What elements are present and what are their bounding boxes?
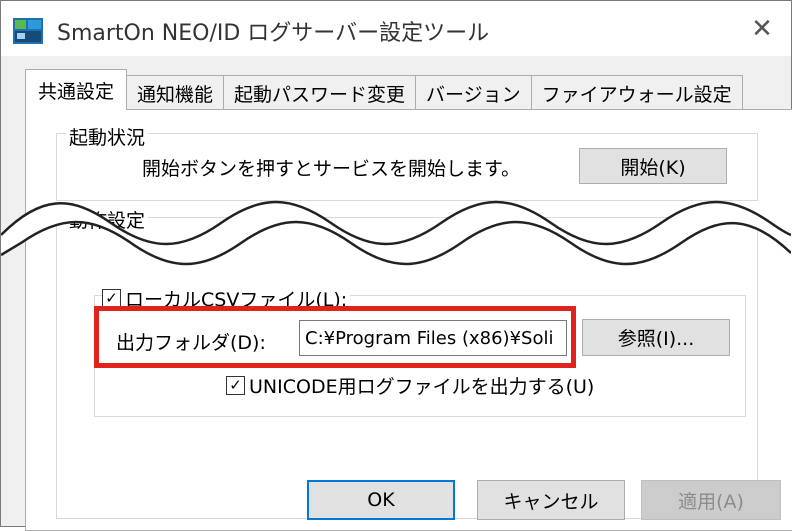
close-icon[interactable]: ✕ (733, 1, 791, 56)
output-folder-highlight (94, 306, 576, 368)
apply-button[interactable]: 適用(A) (641, 480, 781, 520)
cut-separator (1, 200, 791, 266)
cancel-button[interactable]: キャンセル (477, 480, 625, 520)
tab-common-settings[interactable]: 共通設定 (25, 69, 128, 110)
settings-window: SmartOn NEO/ID ログサーバー設定ツール ✕ 共通設定 通知機能 起… (0, 0, 792, 531)
unicode-label: UNICODE用ログファイルを出力する(U) (249, 376, 595, 398)
dialog-client-area: 共通設定 通知機能 起動パスワード変更 バージョン ファイアウォール設定 起動状… (1, 56, 792, 531)
unicode-checkbox-row[interactable]: ✓ UNICODE用ログファイルを出力する(U) (226, 372, 594, 399)
ok-button[interactable]: OK (307, 480, 455, 520)
tab-version[interactable]: バージョン (415, 75, 532, 110)
browse-button[interactable]: 参照(I)... (582, 319, 730, 356)
window-title: SmartOn NEO/ID ログサーバー設定ツール (57, 21, 490, 46)
tab-strip: 共通設定 通知機能 起動パスワード変更 バージョン ファイアウォール設定 (25, 69, 743, 110)
app-icon (13, 18, 43, 44)
startup-status-legend: 起動状況 (66, 123, 149, 150)
unicode-checkbox[interactable]: ✓ (226, 376, 245, 395)
title-bar: SmartOn NEO/ID ログサーバー設定ツール ✕ (1, 1, 791, 56)
tab-panel-common: 起動状況 開始ボタンを押すとサービスを開始します。 開始(K) 動作設定 ✓ ロ… (25, 109, 792, 531)
tab-startup-password[interactable]: 起動パスワード変更 (223, 75, 417, 110)
tab-notification[interactable]: 通知機能 (126, 75, 225, 110)
tab-firewall[interactable]: ファイアウォール設定 (530, 75, 743, 110)
